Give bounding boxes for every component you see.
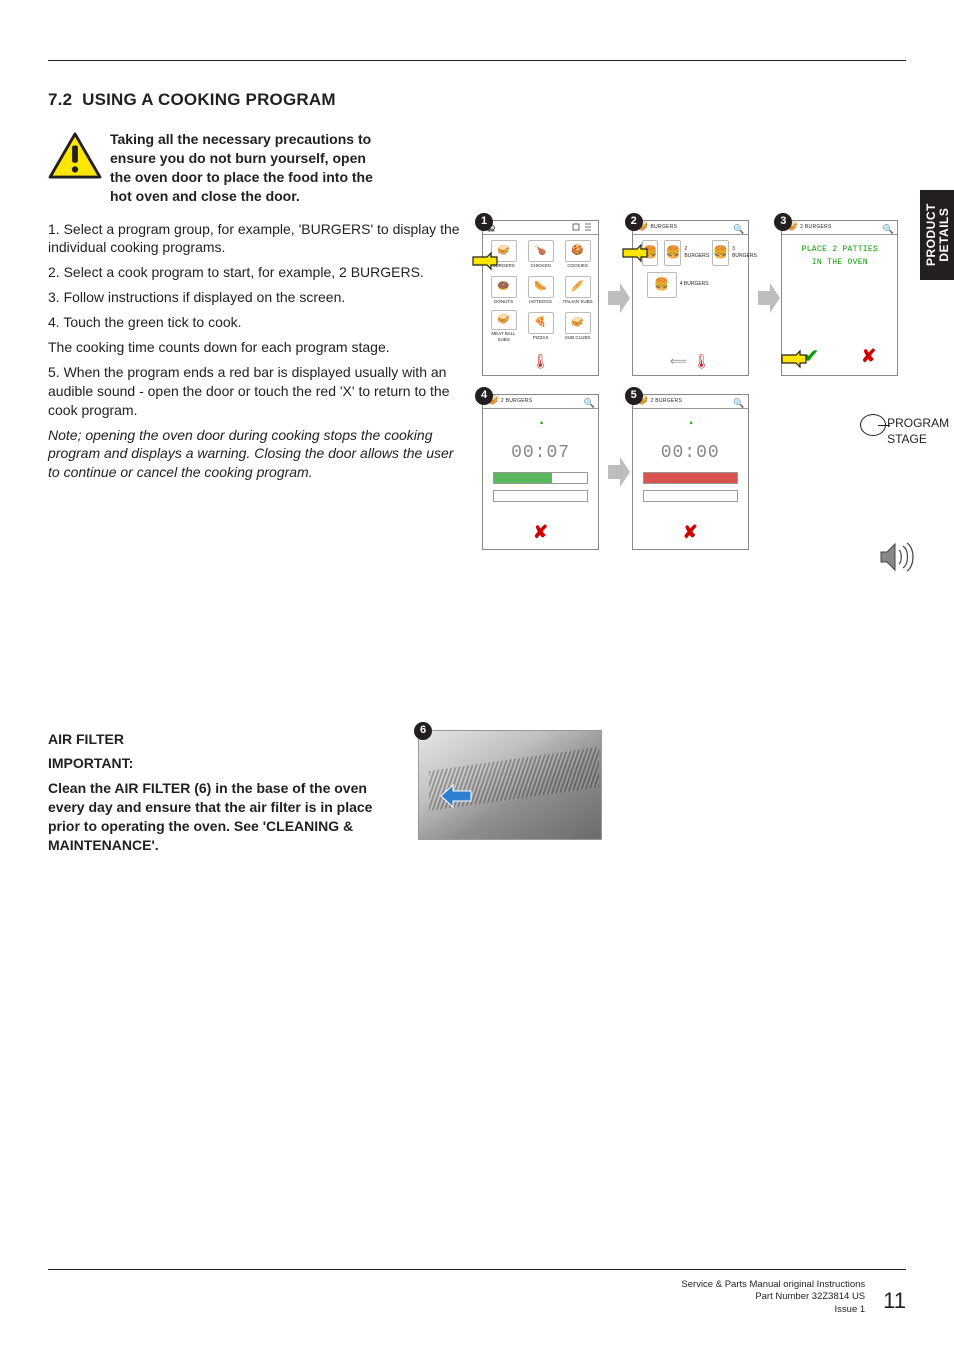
page-number: 11 xyxy=(883,1286,906,1316)
side-tab-line2: DETAILS xyxy=(937,204,950,267)
footer-line2: Part Number 32Z3814 US xyxy=(681,1291,865,1303)
step-2: 2. Select a cook program to start, for e… xyxy=(48,263,462,282)
page-footer: Service & Parts Manual original Instruct… xyxy=(681,1279,906,1316)
air-filter-important: IMPORTANT: xyxy=(48,754,398,773)
pointing-hand-icon xyxy=(471,249,501,273)
grid-hotdogs: HOTDOGS xyxy=(529,299,552,305)
badge-2: 2 xyxy=(625,213,643,231)
usb-icon xyxy=(571,222,581,232)
warning-text: Taking all the necessary precautions to … xyxy=(110,130,388,206)
screen-3-title: 2 BURGERS xyxy=(800,224,832,231)
screen-4-title: 2 BURGERS xyxy=(501,398,533,405)
top-rule xyxy=(48,60,906,61)
grid-pizzas: PIZZAS xyxy=(533,335,549,341)
warning-icon xyxy=(48,132,102,180)
screen-5: 5 🥪 2 BURGERS 🔍 ◔ 00:00 ✘ xyxy=(632,394,749,550)
step-4: 4. Touch the green tick to cook. xyxy=(48,313,462,332)
screen-2: 2 🥪 BURGERS 🔍 1🍔🍔2 BURGERS🍔3 BURGERS 🍔4 … xyxy=(632,220,749,376)
step-3: 3. Follow instructions if displayed on t… xyxy=(48,288,462,307)
clock-icon: ◔ xyxy=(639,417,742,432)
footer-line1: Service & Parts Manual original Instruct… xyxy=(681,1279,865,1291)
lcd-line2: IN THE OVEN xyxy=(786,258,893,268)
arrow-1-2 xyxy=(607,283,632,313)
grid-donuts: DONUTS xyxy=(494,299,513,305)
screen-1-toolbar xyxy=(483,221,598,235)
arrow-2-3 xyxy=(756,283,781,313)
timer-4: 00:07 xyxy=(489,441,592,465)
arrow-4-5 xyxy=(607,457,632,487)
grid-chicken: CHICKEN xyxy=(530,263,550,269)
grid-italian: ITALIAN SUBS xyxy=(562,299,592,305)
thermometer-icon: 🌡 xyxy=(693,352,711,371)
clock-icon: ◔ xyxy=(489,417,592,432)
pointing-hand-icon xyxy=(621,241,651,265)
timer-5: 00:00 xyxy=(639,441,742,465)
section-title-text: USING A COOKING PROGRAM xyxy=(82,90,336,109)
lcd-line1: PLACE 2 PATTIES xyxy=(786,245,893,255)
magnifier-icon: 🔍 xyxy=(584,397,596,409)
speaker-icon xyxy=(877,540,917,574)
air-filter-body: Clean the AIR FILTER (6) in the base of … xyxy=(48,779,398,855)
grid-cookies: COOKIES xyxy=(567,263,588,269)
grid-subclubs: SUB CLUBS xyxy=(565,335,591,341)
program-stage-label: PROGRAM STAGE xyxy=(887,415,949,447)
screen-4: 4 🥪 2 BURGERS 🔍 ◔ 00:07 ✘ xyxy=(482,394,599,550)
pointing-hand-icon xyxy=(780,347,810,371)
grid-meatball: MEAT BALL SUBS xyxy=(486,331,521,343)
badge-1: 1 xyxy=(475,213,493,231)
red-x-icon: ✘ xyxy=(533,522,548,542)
red-x-icon: ✘ xyxy=(861,344,876,368)
badge-6: 6 xyxy=(414,722,432,740)
magnifier-icon: 🔍 xyxy=(733,397,745,409)
blue-arrow-icon xyxy=(439,783,473,809)
badge-4: 4 xyxy=(475,387,493,405)
screen-2-title: BURGERS xyxy=(650,224,677,231)
air-filter-photo xyxy=(418,730,602,840)
step-5: 5. When the program ends a red bar is di… xyxy=(48,363,462,420)
back-arrow-icon: ⟸ xyxy=(670,353,687,369)
magnifier-icon: 🔍 xyxy=(883,223,895,235)
instruction-column: 1. Select a program group, for example, … xyxy=(48,220,462,550)
air-filter-heading: AIR FILTER xyxy=(48,730,398,749)
door-note: Note; opening the oven door during cooki… xyxy=(48,426,462,483)
step-1: 1. Select a program group, for example, … xyxy=(48,220,462,258)
section-number: 7.2 xyxy=(48,90,72,109)
figure-column: 1 🥪BURGERS 🍗CHICKEN 🍪COOKIES 🍩DONUTS 🌭HO… xyxy=(482,220,906,550)
magnifier-icon: 🔍 xyxy=(733,223,745,235)
countdown-note: The cooking time counts down for each pr… xyxy=(48,338,462,357)
section-title: 7.2 USING A COOKING PROGRAM xyxy=(48,89,906,112)
air-filter-figure: 6 xyxy=(418,730,604,855)
screen-1: 1 🥪BURGERS 🍗CHICKEN 🍪COOKIES 🍩DONUTS 🌭HO… xyxy=(482,220,599,376)
side-tab-product-details: PRODUCT DETAILS xyxy=(920,190,954,280)
footer-line3: Issue 1 xyxy=(681,1304,865,1316)
air-filter-text: AIR FILTER IMPORTANT: Clean the AIR FILT… xyxy=(48,730,398,855)
warning-box: Taking all the necessary precautions to … xyxy=(48,130,388,206)
red-x-icon: ✘ xyxy=(683,522,698,542)
side-tab-line1: PRODUCT xyxy=(924,204,937,267)
thermometer-icon: 🌡 xyxy=(532,352,550,371)
screen-5-title: 2 BURGERS xyxy=(650,398,682,405)
screen-3: 3 🥪 2 BURGERS 🔍 PLACE 2 PATTIES IN THE O… xyxy=(781,220,898,376)
list-icon xyxy=(583,222,593,232)
badge-5: 5 xyxy=(625,387,643,405)
badge-3: 3 xyxy=(774,213,792,231)
bottom-rule xyxy=(48,1269,906,1270)
